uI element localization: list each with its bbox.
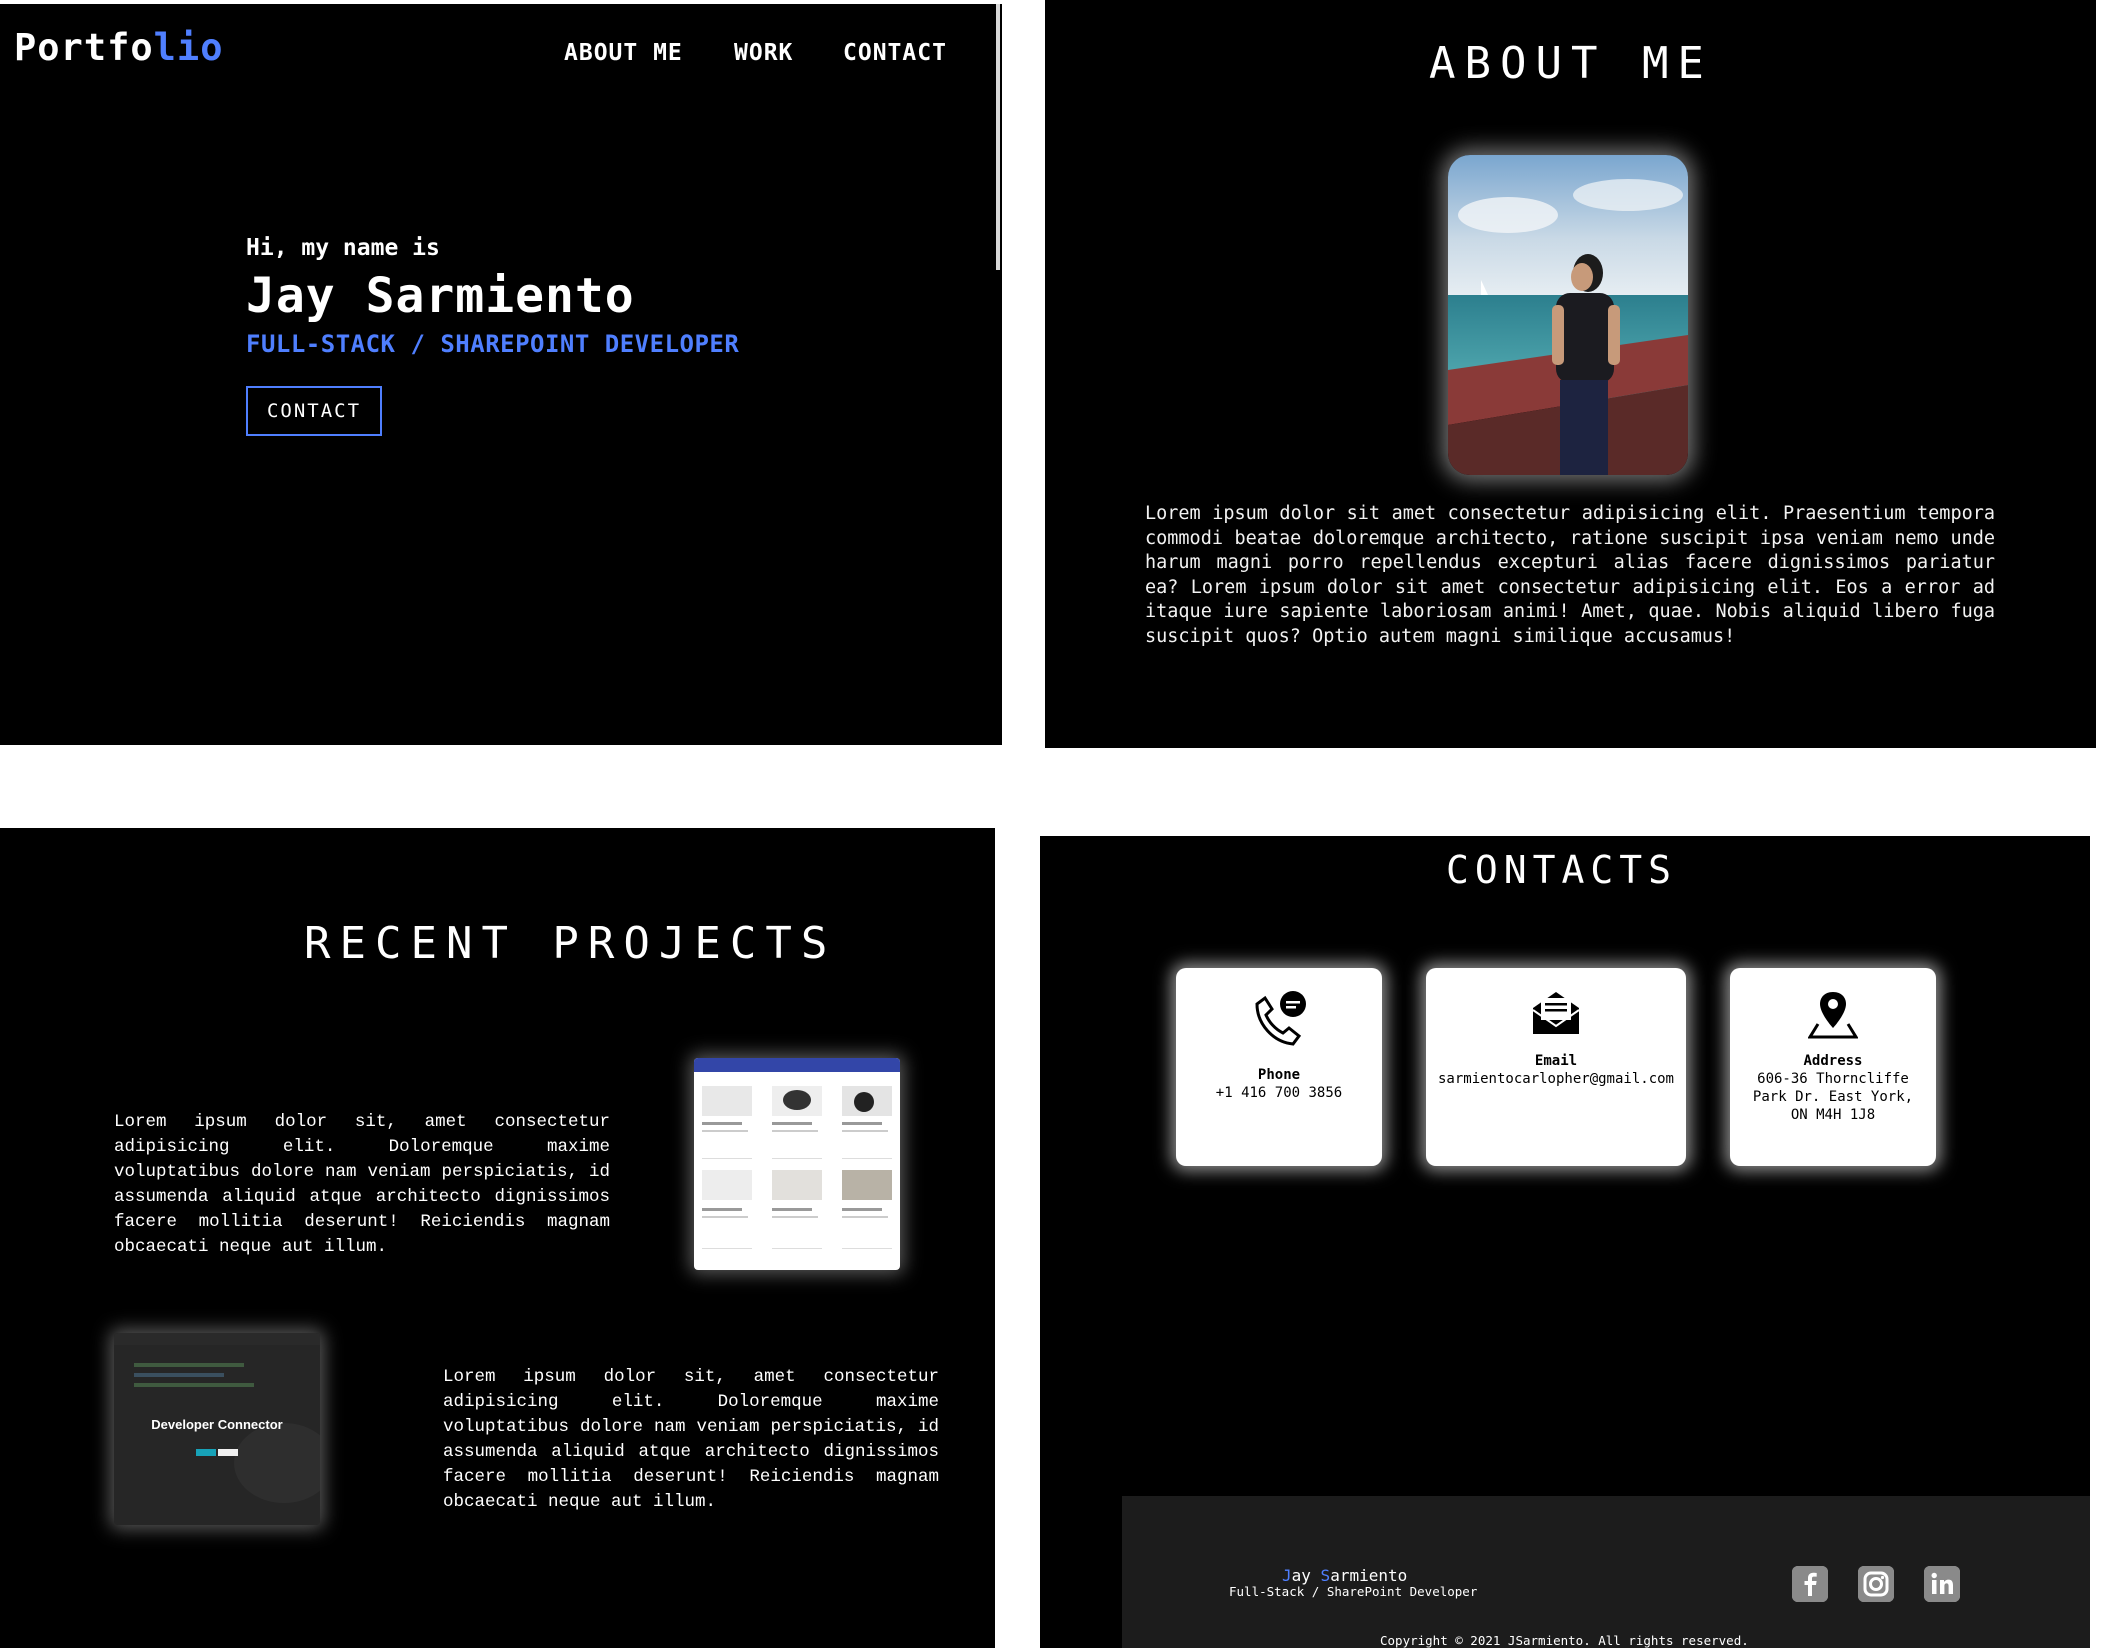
- copyright-text: Copyright © 2021 JSarmiento. All rights …: [1380, 1633, 1749, 1648]
- email-label: Email: [1534, 1053, 1578, 1069]
- profile-photo-image: [1448, 155, 1688, 475]
- footer: Jay Sarmiento Full-Stack / SharePoint De…: [1122, 1496, 2090, 1648]
- hero-role: FULL-STACK / SHAREPOINT DEVELOPER: [246, 330, 740, 358]
- footer-name: Jay Sarmiento: [1282, 1566, 1407, 1585]
- envelope-icon: [1531, 990, 1581, 1041]
- logo[interactable]: Portfolio: [14, 26, 223, 69]
- phone-value: +1 416 700 3856: [1215, 1085, 1343, 1101]
- facebook-icon[interactable]: [1792, 1566, 1828, 1602]
- address-label: Address: [1803, 1053, 1863, 1069]
- footer-initial-s: S: [1320, 1566, 1331, 1585]
- project-1-thumbnail[interactable]: [694, 1058, 900, 1270]
- nav-work[interactable]: WORK: [734, 40, 793, 66]
- profile-photo: [1448, 155, 1688, 475]
- phone-label: Phone: [1257, 1067, 1301, 1083]
- address-card[interactable]: Address 606-36 Thorncliffe Park Dr. East…: [1730, 968, 1936, 1166]
- hero-greeting: Hi, my name is: [246, 235, 440, 261]
- contacts-section: CONTACTS Phone +1 416 700 3856 Email sar…: [1040, 836, 2090, 1648]
- instagram-icon[interactable]: [1858, 1566, 1894, 1602]
- footer-role: Full-Stack / SharePoint Developer: [1229, 1584, 1478, 1599]
- linkedin-icon[interactable]: [1924, 1566, 1960, 1602]
- contacts-title: CONTACTS: [1446, 848, 1678, 892]
- logo-text-accent: lio: [153, 26, 224, 69]
- shop-screenshot-image: [694, 1058, 900, 1249]
- footer-name-part1: ay: [1291, 1566, 1321, 1585]
- footer-initial-j: J: [1282, 1566, 1292, 1585]
- phone-card[interactable]: Phone +1 416 700 3856: [1176, 968, 1382, 1166]
- address-line-1: 606-36 Thorncliffe: [1757, 1071, 1909, 1087]
- map-pin-icon: [1807, 990, 1859, 1045]
- logo-text-main: Portfo: [14, 26, 154, 69]
- email-card[interactable]: Email sarmientocarlopher@gmail.com: [1426, 968, 1686, 1166]
- contact-button[interactable]: CONTACT: [246, 386, 382, 436]
- footer-name-part2: armiento: [1330, 1566, 1408, 1585]
- projects-section: RECENT PROJECTS Lorem ipsum dolor sit, a…: [0, 828, 995, 1648]
- project-1-text: Lorem ipsum dolor sit, amet consectetur …: [114, 1112, 610, 1257]
- scrollbar[interactable]: [996, 4, 1000, 270]
- dev-connector-thumb-title: Developer Connector: [151, 1417, 283, 1432]
- projects-title: RECENT PROJECTS: [304, 918, 837, 969]
- phone-chat-icon: [1249, 990, 1309, 1055]
- about-title: ABOUT ME: [1429, 38, 1713, 89]
- project-2-thumbnail[interactable]: Developer Connector: [114, 1333, 320, 1525]
- address-line-2: Park Dr. East York,: [1752, 1089, 1914, 1105]
- about-text: Lorem ipsum dolor sit amet consectetur a…: [1145, 503, 1995, 647]
- hero-section: Portfolio ABOUT ME WORK CONTACT Hi, my n…: [0, 4, 1002, 745]
- address-line-3: ON M4H 1J8: [1790, 1107, 1876, 1123]
- email-value[interactable]: sarmientocarlopher@gmail.com: [1426, 1070, 1686, 1088]
- project-2-text: Lorem ipsum dolor sit, amet consectetur …: [443, 1367, 939, 1512]
- about-section: ABOUT ME Lorem ipsum dolor sit amet cons…: [1045, 0, 2096, 748]
- hero-name: Jay Sarmiento: [246, 268, 635, 324]
- nav-contact[interactable]: CONTACT: [843, 40, 947, 66]
- nav-about-me[interactable]: ABOUT ME: [564, 40, 683, 66]
